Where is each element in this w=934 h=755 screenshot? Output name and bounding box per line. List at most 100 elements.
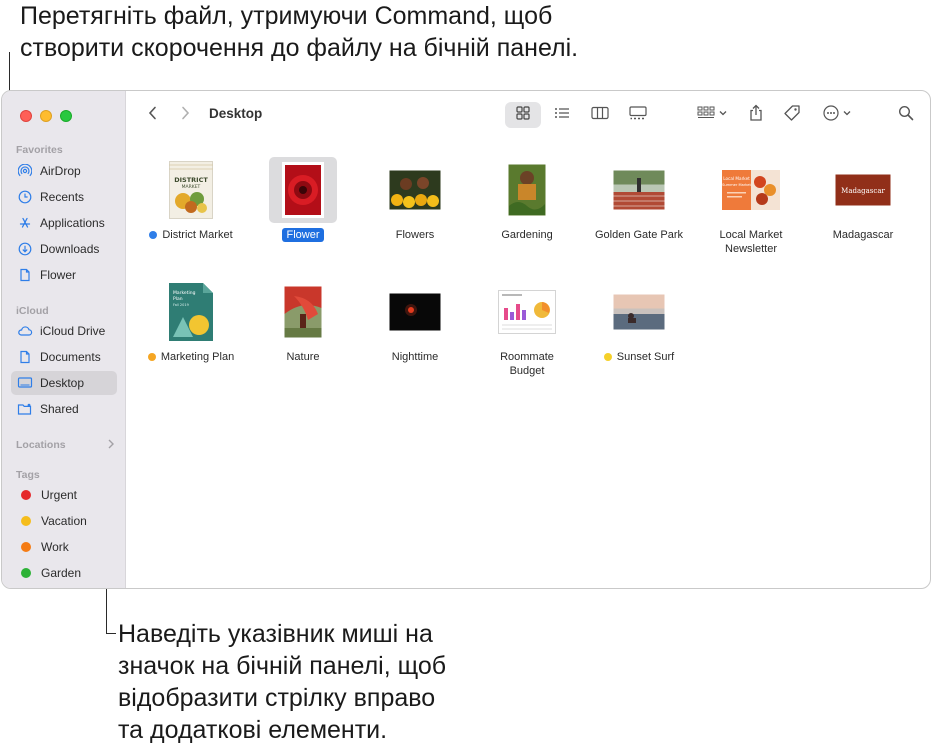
sidebar-item-label: Applications: [40, 216, 105, 230]
window-controls: [20, 110, 72, 122]
nighttime-photo-icon: [387, 291, 443, 333]
airdrop-icon: [17, 163, 33, 179]
file-thumbnail: Local Market Summer Market: [717, 157, 785, 223]
sidebar-item-desktop[interactable]: Desktop: [11, 371, 117, 395]
back-button[interactable]: [141, 102, 165, 128]
sidebar-item-icloud-drive[interactable]: iCloud Drive: [11, 319, 117, 343]
svg-text:DISTRICT: DISTRICT: [174, 176, 208, 184]
group-icon: [696, 105, 730, 126]
callout-top-line1: Перетягніть файл, утримуючи Command, щоб: [20, 2, 553, 30]
file-thumbnail: Marketing Plan Fall 2019: [157, 279, 225, 345]
minimize-button[interactable]: [40, 110, 52, 122]
file-name: Roommate Budget: [500, 351, 554, 377]
svg-text:Madagascar: Madagascar: [841, 187, 885, 195]
sidebar-item-documents[interactable]: Documents: [11, 345, 117, 369]
file-label: Nature: [247, 350, 359, 364]
group-button[interactable]: [693, 102, 733, 128]
sidebar-tag-garden[interactable]: Garden: [11, 561, 117, 585]
file-thumbnail: DISTRICT MARKET: [157, 157, 225, 223]
callout-bottom-line3: відобразити стрілку вправо: [118, 684, 436, 712]
column-view-button[interactable]: [585, 102, 615, 128]
list-view-button[interactable]: [547, 102, 577, 128]
leader-line-bottom-tick: [106, 633, 116, 634]
sidebar-tag-work[interactable]: Work: [11, 535, 117, 559]
sidebar-item-recents[interactable]: Recents: [11, 185, 117, 209]
sidebar-item-applications[interactable]: Applications: [11, 211, 117, 235]
toolbar: Desktop: [127, 91, 930, 139]
sidebar-item-flower[interactable]: Flower: [11, 263, 117, 287]
file-label: Local Market Newsletter: [695, 228, 807, 256]
tag-icon: [783, 104, 801, 127]
chevron-right-icon[interactable]: [106, 437, 116, 451]
district-market-poster-icon: DISTRICT MARKET: [169, 161, 213, 219]
sidebar-tag-urgent[interactable]: Urgent: [11, 483, 117, 507]
sidebar-item-label: Garden: [41, 566, 82, 580]
tag-button[interactable]: [779, 102, 805, 128]
more-button[interactable]: [819, 102, 859, 128]
sidebar-item-label: Shared: [40, 402, 79, 416]
file-label: Roommate Budget: [471, 350, 583, 378]
sidebar-item-downloads[interactable]: Downloads: [11, 237, 117, 261]
sidebar-item-airdrop[interactable]: AirDrop: [11, 159, 117, 183]
file-name: Nature: [286, 351, 320, 363]
window-title: Desktop: [209, 106, 263, 121]
tag-dot-red: [21, 490, 31, 500]
tag-dot-orange: [21, 542, 31, 552]
sidebar-tag-vacation[interactable]: Vacation: [11, 509, 117, 533]
back-icon: [147, 105, 159, 126]
document-icon: [17, 267, 33, 283]
file-label: Flower: [247, 228, 359, 242]
file-thumbnail-selected: [269, 157, 337, 223]
file-thumbnail: Madagascar: [829, 157, 897, 223]
svg-text:Plan: Plan: [173, 296, 183, 302]
gardening-photo-icon: [506, 162, 548, 218]
tag-dot-yellow: [21, 516, 31, 526]
file-thumbnail: [493, 279, 561, 345]
file-label: Gardening: [471, 228, 583, 242]
file-name: Madagascar: [832, 229, 894, 241]
file-label: Flowers: [359, 228, 471, 242]
flower-photo-icon: [282, 162, 324, 218]
clock-icon: [17, 189, 33, 205]
file-thumbnail: [605, 279, 673, 345]
file-name: Flower: [282, 228, 324, 242]
sidebar-item-label: Documents: [40, 350, 101, 364]
desktop-icon: [17, 375, 33, 391]
file-thumbnail: [605, 157, 673, 223]
sidebar-item-label: Desktop: [40, 376, 85, 390]
close-button[interactable]: [20, 110, 32, 122]
zoom-button[interactable]: [60, 110, 72, 122]
tag-dot-green: [21, 568, 31, 578]
icon-view-button[interactable]: [505, 102, 541, 128]
svg-text:Local Market: Local Market: [723, 176, 750, 181]
sidebar-item-shared[interactable]: Shared: [11, 397, 117, 421]
sidebar-item-label: iCloud Drive: [40, 324, 106, 338]
sidebar-item-label: AirDrop: [40, 164, 81, 178]
column-view-icon: [590, 105, 610, 126]
flowers-photo-icon: [387, 168, 443, 212]
gallery-view-button[interactable]: [623, 102, 653, 128]
tag-dot-blue: [149, 231, 158, 239]
madagascar-presentation-icon: Madagascar: [834, 173, 892, 207]
forward-icon: [179, 105, 191, 126]
sidebar-item-label: Recents: [40, 190, 85, 204]
applications-icon: [17, 215, 33, 231]
sidebar-item-label: Urgent: [41, 488, 78, 502]
sidebar-header-favorites: Favorites: [16, 144, 63, 156]
file-thumbnail: [493, 157, 561, 223]
sunset-photo-icon: [611, 292, 667, 332]
file-name: Gardening: [501, 229, 553, 241]
park-photo-icon: [611, 168, 667, 212]
forward-button[interactable]: [173, 102, 197, 128]
file-label: Sunset Surf: [583, 350, 695, 364]
sidebar-header-locations[interactable]: Locations: [16, 439, 66, 451]
budget-spreadsheet-icon: [498, 290, 556, 334]
gallery-view-icon: [628, 105, 648, 126]
search-button[interactable]: [893, 102, 919, 128]
file-name: Flowers: [395, 229, 435, 241]
download-icon: [17, 241, 33, 257]
svg-text:Marketing: Marketing: [173, 290, 196, 296]
nature-photo-icon: [282, 284, 324, 340]
sidebar-item-label: Downloads: [40, 242, 100, 256]
share-button[interactable]: [743, 102, 769, 128]
